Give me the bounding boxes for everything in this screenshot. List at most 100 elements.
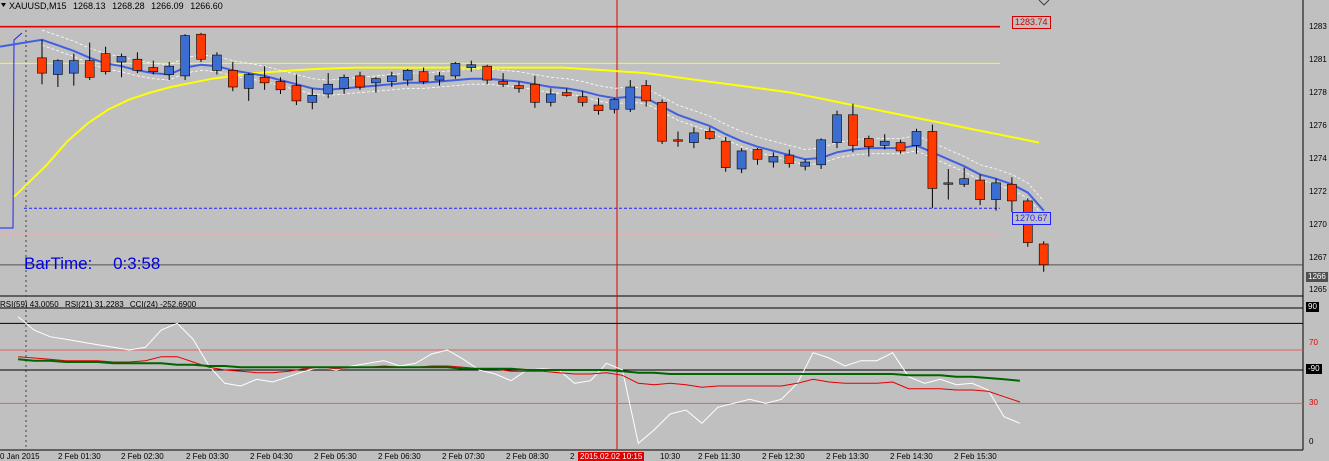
candle-body	[243, 74, 254, 89]
bartime-value: 0:3:58	[113, 254, 161, 273]
candle-body	[848, 114, 858, 146]
candle-body	[720, 140, 731, 168]
price-axis-label: 1281	[1309, 55, 1327, 64]
chart-canvas[interactable]	[0, 0, 1329, 460]
lower-envelope-line	[41, 44, 1045, 217]
candle-body	[275, 81, 286, 91]
candle-body	[895, 142, 906, 152]
candle-body	[196, 33, 206, 60]
candle-body	[673, 139, 683, 142]
indicator-level-30: 30	[1309, 398, 1318, 407]
candle-body	[434, 75, 445, 81]
candle-body	[37, 57, 47, 74]
price-axis-label: 1265	[1309, 285, 1327, 294]
candle-body	[164, 65, 174, 75]
candle-body	[259, 76, 270, 84]
trading-chart-window[interactable]: XAUUSD,M15 1268.13 1268.28 1266.09 1266.…	[0, 0, 1329, 461]
candle-body	[800, 161, 811, 167]
candle-body	[339, 76, 349, 89]
candle-body	[450, 63, 461, 77]
dropdown-arrow-icon	[1, 3, 6, 7]
candle-body	[386, 75, 397, 82]
price-axis-label: 1270	[1309, 220, 1327, 229]
candle-body	[768, 156, 779, 163]
candle-body	[975, 179, 985, 200]
bartime-label: BarTime:	[24, 254, 93, 273]
candle-body	[100, 53, 111, 73]
scroll-indicator-icon	[1038, 0, 1050, 6]
cci-label: CCI(24) -252.6900	[129, 300, 197, 309]
upper-envelope-line	[41, 29, 1044, 202]
candle-body	[323, 83, 334, 95]
indicator-level-70: 70	[1309, 338, 1318, 347]
price-axis-label: 1267	[1309, 253, 1327, 262]
candle-body	[943, 182, 954, 185]
candle-body	[1038, 243, 1049, 266]
candle-body	[577, 96, 588, 103]
candle-body	[689, 132, 699, 143]
candle-body	[228, 70, 238, 88]
candle-body	[736, 150, 747, 170]
price-axis-label: 1276	[1309, 121, 1327, 130]
candle-body	[514, 85, 524, 89]
candle-body	[959, 178, 970, 185]
candle-body	[784, 154, 795, 164]
candle-body	[84, 60, 95, 78]
ohlc-close: 1266.60	[190, 1, 223, 11]
bartime-display: BarTime: 0:3:58	[24, 254, 160, 274]
chart-header: XAUUSD,M15 1268.13 1268.28 1266.09 1266.…	[9, 1, 227, 11]
yellow-moving-average	[13, 66, 1040, 198]
candle-body	[402, 70, 413, 81]
indicator-header: RSI(59) 43.0050 RSI(21) 31.2283 CCI(24) …	[0, 300, 200, 309]
level-price-tag[interactable]: 1270.67	[1012, 212, 1051, 225]
candle-body	[482, 65, 493, 81]
candle-body	[116, 56, 127, 63]
resistance-price-tag[interactable]: 1283.74	[1012, 16, 1051, 29]
candle-body	[466, 64, 477, 68]
candle-body	[657, 101, 667, 142]
candle-body	[863, 138, 874, 148]
candle-body	[148, 67, 159, 73]
candle-body	[593, 104, 604, 111]
candle-body	[561, 92, 572, 96]
indicator-level-90: 90	[1306, 302, 1319, 312]
ohlc-high: 1268.28	[112, 1, 145, 11]
symbol-label: XAUUSD,M15	[9, 1, 67, 11]
candle-body	[1007, 183, 1017, 202]
candle-body	[69, 60, 79, 74]
price-axis-label: 1274	[1309, 154, 1327, 163]
candle-body	[625, 86, 636, 110]
blue-moving-average	[0, 38, 1045, 212]
candle-body	[816, 139, 826, 166]
indicator-level-0: 0	[1309, 437, 1314, 446]
candle-body	[530, 83, 540, 103]
candle-body	[355, 75, 365, 88]
cci-line	[17, 316, 1021, 445]
rsi-short-label: RSI(21) 31.2283	[64, 300, 124, 309]
price-axis-label: 1272	[1309, 187, 1327, 196]
candle-body	[291, 85, 302, 102]
candle-body	[132, 58, 143, 71]
candle-body	[641, 85, 652, 102]
candle-body	[752, 149, 763, 160]
candle-body	[927, 131, 938, 189]
rsi-long-label: RSI(59) 43.0050	[0, 300, 59, 309]
candle-body	[545, 93, 556, 103]
ohlc-open: 1268.13	[73, 1, 106, 11]
candle-body	[307, 95, 318, 103]
candle-body	[180, 35, 190, 77]
candle-body	[609, 99, 620, 110]
candle-body	[371, 78, 381, 84]
price-axis-label: 1283	[1309, 22, 1327, 31]
ohlc-low: 1266.09	[151, 1, 184, 11]
current-price-marker: 1266	[1306, 272, 1328, 282]
candle-body	[911, 131, 922, 146]
candle-body	[832, 114, 842, 143]
candle-body	[879, 140, 890, 146]
price-axis-label: 1278	[1309, 88, 1327, 97]
candle-body	[498, 81, 508, 85]
candle-body	[991, 182, 1001, 200]
candle-body	[212, 54, 222, 71]
candle-body	[418, 71, 429, 82]
indicator-level-neg90: -90	[1306, 364, 1322, 374]
